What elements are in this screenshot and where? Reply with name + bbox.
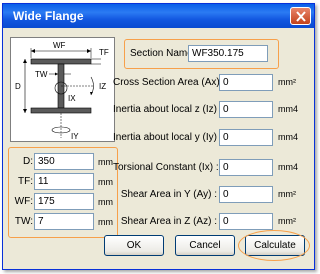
title-bar[interactable]: Wide Flange — [3, 4, 314, 28]
prop-unit-iz: mm4 — [278, 104, 298, 114]
dim-unit-d: mm — [98, 157, 113, 167]
close-icon — [296, 11, 306, 22]
ix-diagram-label: IX — [68, 94, 76, 103]
ok-button[interactable]: OK — [104, 235, 164, 256]
ay-output[interactable] — [219, 186, 273, 203]
section-diagram: WF TF TW D IZ IX IY — [10, 37, 115, 142]
calculate-highlight — [238, 230, 310, 261]
dim-label-wf: WF: — [14, 196, 33, 207]
tf-diagram-label: TF — [99, 48, 109, 57]
dim-label-d: D: — [23, 156, 33, 167]
dim-label-tf: TF: — [18, 176, 33, 187]
wf-diagram-label: WF — [53, 41, 66, 50]
prop-label-iy: Inertia about local y (Iy) : — [113, 132, 223, 143]
prop-unit-iy: mm4 — [278, 132, 298, 142]
iy-output[interactable] — [219, 129, 273, 146]
prop-label-ix: Torsional Constant (Ix) : — [113, 162, 219, 173]
prop-label-ay: Shear Area in Y (Ay) : — [120, 189, 217, 200]
iz-output[interactable] — [219, 101, 273, 118]
tw-input[interactable] — [34, 213, 94, 230]
prop-label-iz: Inertia about local z (Iz) : — [113, 104, 223, 115]
ax-output[interactable] — [219, 74, 273, 91]
tf-input[interactable] — [34, 173, 94, 190]
prop-label-az: Shear Area in Z (Az) : — [120, 216, 217, 227]
d-input[interactable] — [34, 153, 94, 170]
d-diagram-label: D — [15, 82, 21, 91]
cancel-button[interactable]: Cancel — [175, 235, 235, 256]
close-button[interactable] — [290, 7, 311, 25]
dim-unit-tw: mm — [98, 217, 113, 227]
section-name-input[interactable] — [188, 45, 268, 62]
prop-unit-ax: mm² — [278, 77, 296, 87]
prop-label-ax: Cross Section Area (Ax) : — [113, 77, 226, 88]
dim-unit-wf: mm — [98, 197, 113, 207]
dim-unit-tf: mm — [98, 177, 113, 187]
tw-diagram-label: TW — [35, 70, 48, 79]
window-title: Wide Flange — [13, 9, 84, 23]
prop-unit-az: mm² — [278, 216, 296, 226]
ix-output[interactable] — [219, 159, 273, 176]
wf-input[interactable] — [34, 193, 94, 210]
dim-label-tw: TW: — [14, 216, 33, 227]
az-output[interactable] — [219, 213, 273, 230]
prop-unit-ix: mm4 — [278, 162, 298, 172]
iz-diagram-label: IZ — [99, 82, 106, 91]
wide-flange-dialog: Wide Flange WF TF TW D IZ IX IY D: 350 m… — [2, 3, 315, 270]
prop-unit-ay: mm² — [278, 189, 296, 199]
iy-diagram-label: IY — [71, 132, 79, 141]
